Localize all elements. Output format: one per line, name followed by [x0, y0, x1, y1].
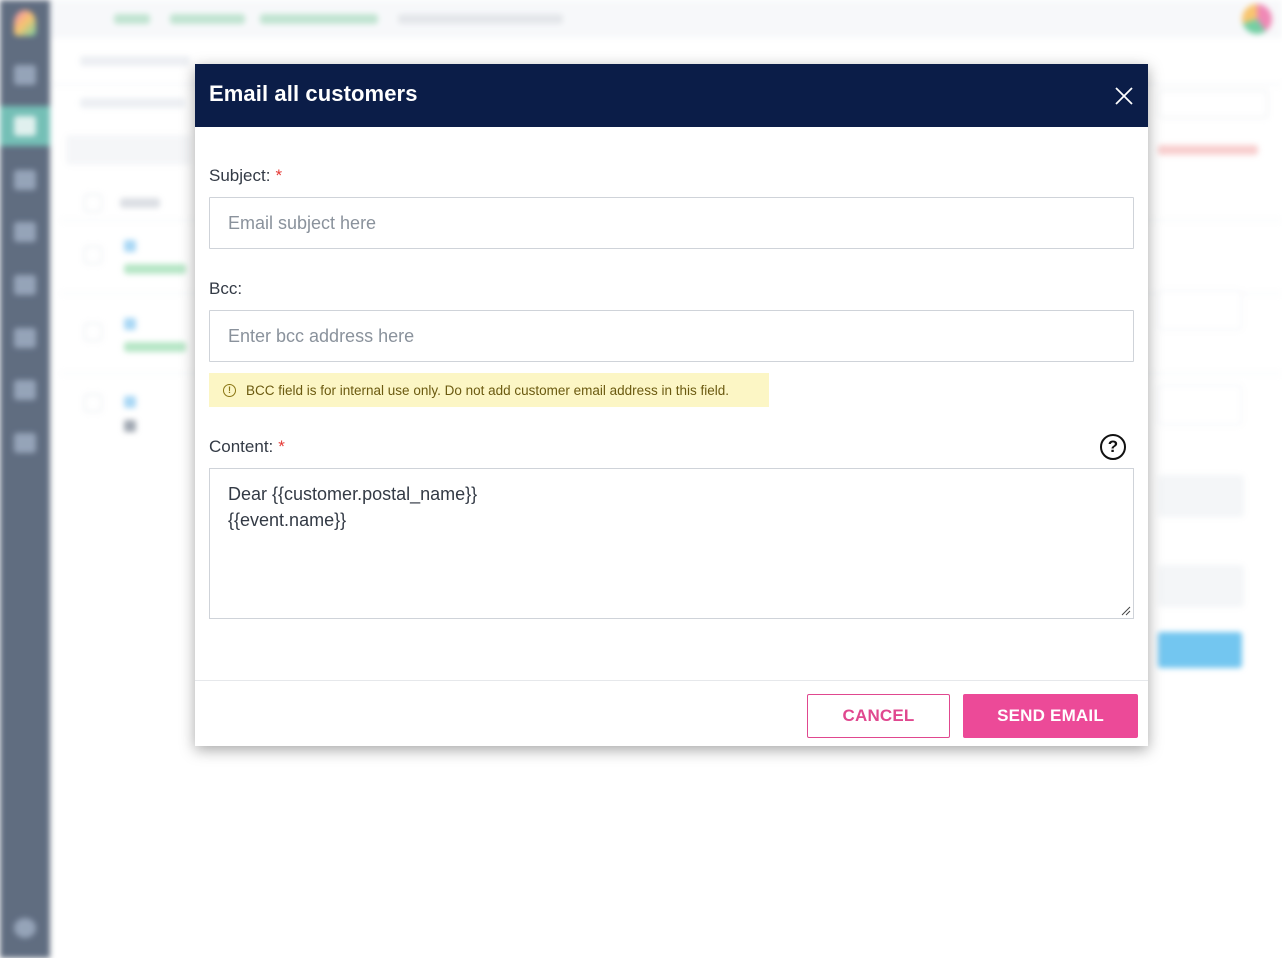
subject-input[interactable] — [209, 197, 1134, 249]
warning-circle-icon: ! — [223, 383, 236, 397]
send-email-button[interactable]: SEND EMAIL — [963, 694, 1138, 738]
email-customers-dialog: Email all customers Subject:* Bcc: ! BCC… — [195, 64, 1148, 746]
footer-divider — [195, 680, 1148, 681]
content-required-mark: * — [278, 437, 285, 456]
content-label: Content: * — [209, 437, 285, 456]
cancel-button[interactable]: CANCEL — [807, 694, 950, 738]
question-circle-icon[interactable]: ? — [1100, 434, 1126, 460]
bcc-warning-banner: ! BCC field is for internal use only. Do… — [209, 373, 769, 407]
content-line: Dear {{customer.postal_name}} — [228, 484, 478, 504]
subject-label: Subject: * — [209, 166, 283, 185]
content-textarea[interactable]: Dear {{customer.postal_name}} {{event.na… — [209, 468, 1134, 619]
subject-required-mark: * — [275, 166, 283, 185]
bcc-warning-text: BCC field is for internal use only. Do n… — [246, 382, 729, 398]
resize-grip-icon[interactable] — [1121, 606, 1131, 616]
bcc-label: Bcc: — [209, 279, 243, 298]
content-line: {{event.name}} — [228, 510, 347, 530]
bcc-input[interactable] — [209, 310, 1134, 362]
dialog-title: Email all customers — [209, 81, 418, 106]
dialog-header: Email all customers — [195, 64, 1148, 127]
close-icon[interactable] — [1108, 80, 1140, 112]
